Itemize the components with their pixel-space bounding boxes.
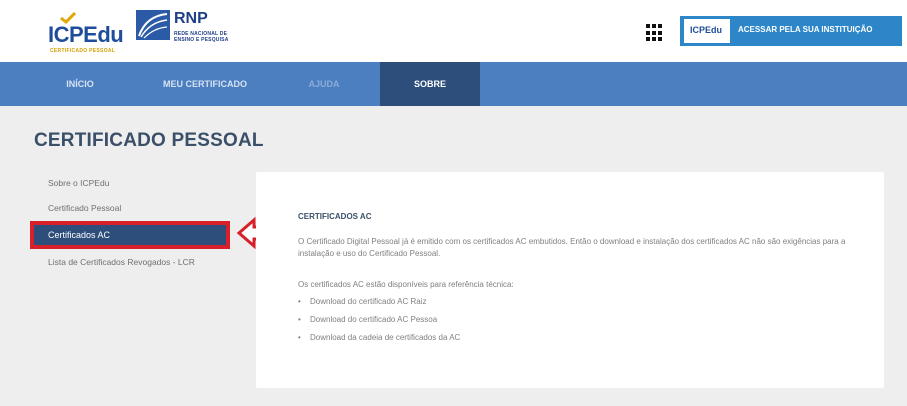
icpedu-logo-subtitle: CERTIFICADO PESSOAL xyxy=(50,48,116,54)
link-cadeia-ac[interactable]: • Download da cadeia de certificados da A… xyxy=(298,333,460,342)
main-nav: INÍCIO MEU CERTIFICADO AJUDA SOBRE xyxy=(0,62,907,106)
sidebar-item-certificado-pessoal[interactable]: Certificado Pessoal xyxy=(48,203,121,213)
site-header: ICPEdu CERTIFICADO PESSOAL RNP REDE NACI… xyxy=(0,0,907,62)
icpedu-logo[interactable]: ICPEdu CERTIFICADO PESSOAL xyxy=(48,10,126,54)
sidebar-item-certificados-ac[interactable]: Certificados AC xyxy=(30,221,230,249)
link-ac-raiz[interactable]: • Download do certificado AC Raiz xyxy=(298,297,427,306)
apps-grid-icon[interactable] xyxy=(646,24,664,42)
link-cadeia-ac-label: Download da cadeia de certificados da AC xyxy=(310,333,461,342)
rnp-emblem-icon xyxy=(136,10,170,40)
page-title: CERTIFICADO PESSOAL xyxy=(34,130,264,151)
rnp-logo-subtitle-2: ENSINO E PESQUISA xyxy=(174,37,229,43)
content-paragraph: O Certificado Digital Pessoal já é emiti… xyxy=(298,237,846,258)
nav-item-inicio[interactable]: INÍCIO xyxy=(40,62,120,106)
nav-item-meu-certificado[interactable]: MEU CERTIFICADO xyxy=(140,62,270,106)
link-ac-pessoa[interactable]: • Download do certificado AC Pessoa xyxy=(298,315,437,324)
sidebar-item-certificados-ac-label: Certificados AC xyxy=(48,230,111,240)
nav-item-sobre[interactable]: SOBRE xyxy=(380,62,480,106)
bullet-icon: • xyxy=(298,315,301,324)
rnp-logo-text: RNP xyxy=(174,10,208,27)
icpedu-logo-text: ICPEdu xyxy=(48,22,124,47)
content-heading: CERTIFICADOS AC xyxy=(298,212,372,221)
link-ac-pessoa-label: Download do certificado AC Pessoa xyxy=(310,315,438,324)
institution-login-button[interactable]: ICPEdu ACESSAR PELA SUA INSTITUIÇÃO xyxy=(680,16,902,46)
institution-login-label: ACESSAR PELA SUA INSTITUIÇÃO xyxy=(738,25,873,34)
content-paragraph-2: Os certificados AC estão disponíveis par… xyxy=(298,280,514,289)
content-panel: CERTIFICADOS AC O Certificado Digital Pe… xyxy=(256,172,884,388)
link-ac-raiz-label: Download do certificado AC Raiz xyxy=(310,297,427,306)
rnp-logo[interactable]: RNP REDE NACIONAL DE ENSINO E PESQUISA xyxy=(136,10,246,46)
icpedu-mini-logo: ICPEdu xyxy=(684,19,730,43)
sidebar-item-lista-revogados[interactable]: Lista de Certificados Revogados - LCR xyxy=(48,256,218,268)
sidebar-item-sobre-icpedu[interactable]: Sobre o ICPEdu xyxy=(48,178,109,188)
icpedu-mini-logo-text: ICPEdu xyxy=(690,25,723,35)
bullet-icon: • xyxy=(298,333,301,342)
nav-item-ajuda[interactable]: AJUDA xyxy=(284,62,364,106)
bullet-icon: • xyxy=(298,297,301,306)
